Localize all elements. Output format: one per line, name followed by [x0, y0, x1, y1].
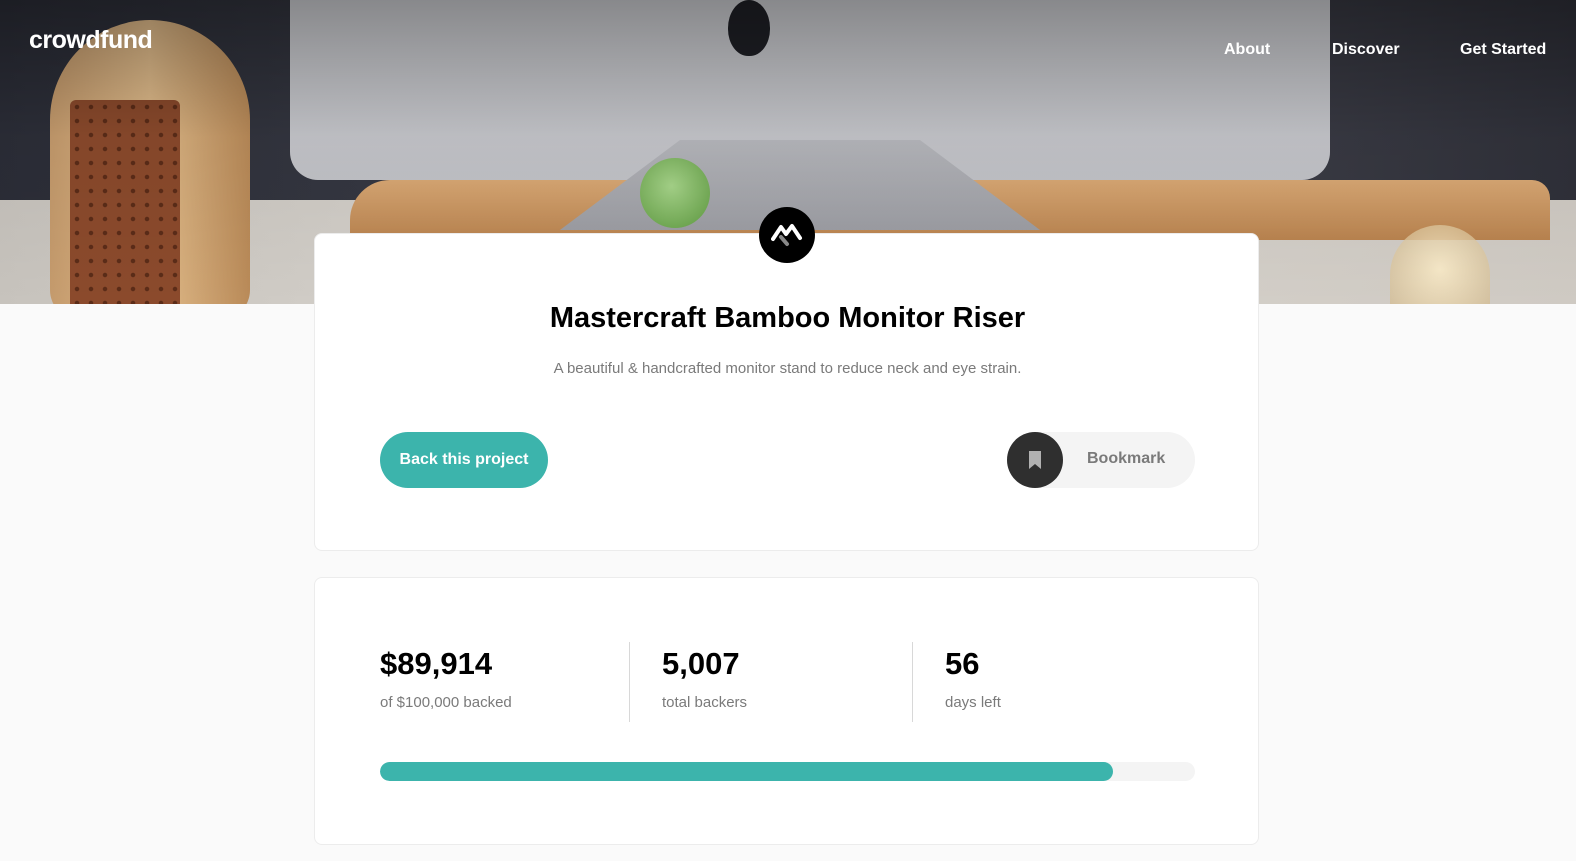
project-card: Mastercraft Bamboo Monitor Riser A beaut…	[314, 233, 1259, 551]
stats-card: $89,914 of $100,000 backed 5,007 total b…	[314, 577, 1259, 845]
nav-get-started[interactable]: Get Started	[1460, 41, 1546, 65]
backers-label: total backers	[662, 694, 748, 711]
backed-label: of $100,000 backed	[380, 694, 512, 711]
project-description: A beautiful & handcrafted monitor stand …	[553, 360, 1022, 377]
mastercraft-logo-icon	[759, 207, 815, 263]
bookmark-icon	[1007, 432, 1063, 488]
funding-progress-fill	[380, 762, 1113, 781]
stat-divider	[629, 642, 630, 722]
nav-discover[interactable]: Discover	[1332, 41, 1400, 65]
funding-progress-bar	[380, 762, 1195, 781]
backed-amount: $89,914	[380, 646, 493, 681]
project-title: Mastercraft Bamboo Monitor Riser	[549, 302, 1026, 334]
days-label: days left	[945, 694, 1001, 711]
stat-backers: 5,007 total backers	[662, 646, 747, 711]
days-count: 56	[945, 646, 980, 681]
backers-count: 5,007	[662, 646, 740, 681]
brand-logo[interactable]: crowdfund	[29, 26, 153, 55]
nav-about[interactable]: About	[1224, 41, 1270, 65]
stat-divider	[912, 642, 913, 722]
bookmark-label: Bookmark	[1087, 450, 1166, 467]
back-project-button[interactable]: Back this project	[380, 432, 548, 488]
bookmark-button[interactable]: Bookmark	[1007, 432, 1195, 488]
stat-backed: $89,914 of $100,000 backed	[380, 646, 512, 711]
stat-days: 56 days left	[945, 646, 1001, 711]
